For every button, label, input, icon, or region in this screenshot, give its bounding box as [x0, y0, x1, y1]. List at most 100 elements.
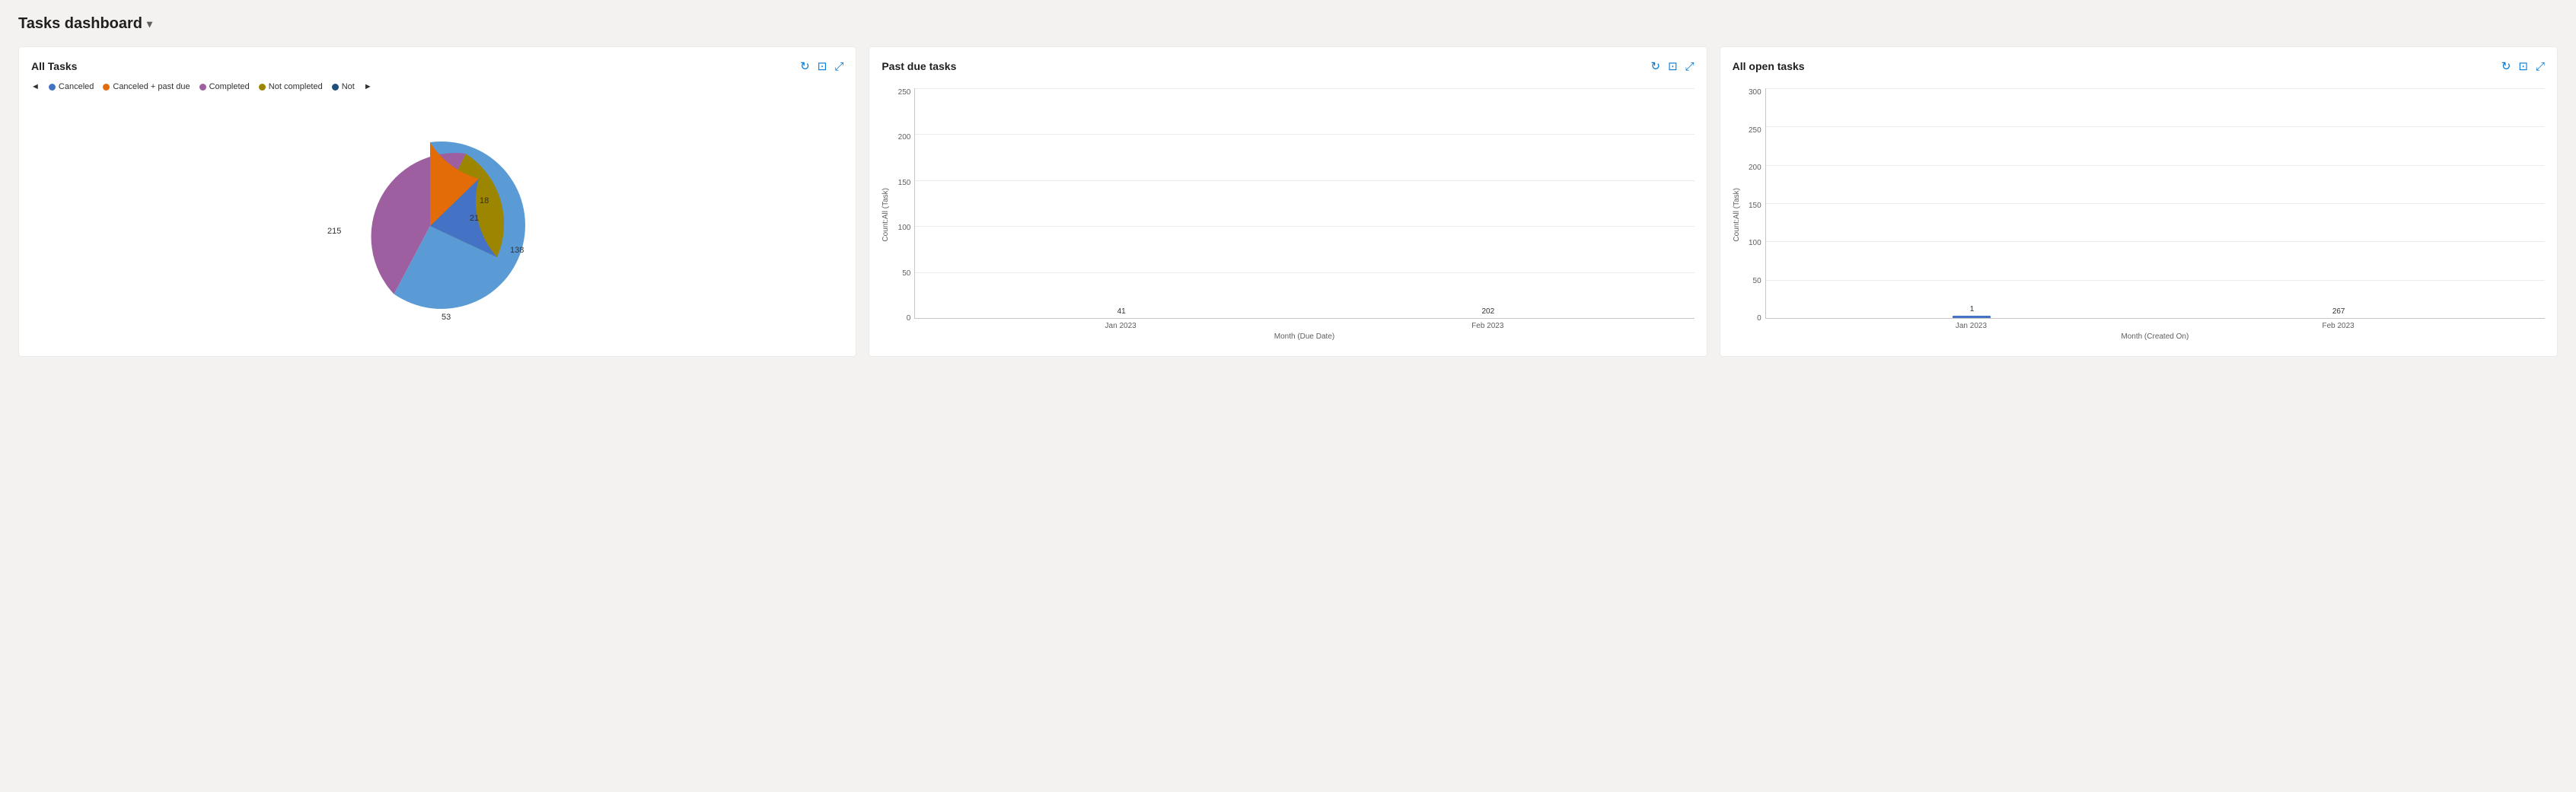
legend-dot-completed [199, 84, 206, 91]
past-due-bars-wrapper: 41 202 Jan 2023 Feb 2023 [914, 88, 1694, 341]
all-open-x-axis-title: Month (Created On) [1765, 332, 2545, 341]
grid-line-ao-5 [1766, 241, 2545, 242]
legend-dot-not-completed [259, 84, 266, 91]
all-open-chart-inner: Count:All (Task) 300 250 200 150 100 50 … [1733, 88, 2545, 341]
all-open-bar-group-feb: 267 [2319, 307, 2358, 318]
past-due-chart-body: 250 200 150 100 50 0 [890, 88, 1694, 341]
legend-item-canceled: Canceled [49, 82, 94, 91]
all-open-y-labels: 300 250 200 150 100 50 0 [1741, 88, 1765, 341]
all-open-card-header: All open tasks ↻ ⊡ ⤢ [1733, 59, 2545, 73]
past-due-grid-lines [915, 88, 1694, 318]
all-open-chart-body: 300 250 200 150 100 50 0 [1741, 88, 2545, 341]
legend-item-not-completed: Not completed [259, 82, 323, 91]
y-label-250: 250 [898, 88, 911, 97]
y-label-50: 50 [902, 269, 910, 278]
all-open-bars-wrapper: 1 267 Jan 2023 Feb 2023 [1765, 88, 2545, 341]
legend-dot-canceled-past-due [103, 84, 110, 91]
all-open-bar-jan [1953, 316, 1991, 318]
all-open-bar-value-jan: 1 [1970, 305, 1975, 313]
all-open-chart-wrapper: Count:All (Task) 300 250 200 150 100 50 … [1733, 82, 2545, 341]
grid-line-ao-6 [1766, 280, 2545, 281]
past-due-x-labels: Jan 2023 Feb 2023 [914, 319, 1694, 330]
all-tasks-refresh-button[interactable]: ↻ [800, 59, 810, 73]
grid-line-5 [915, 272, 1694, 273]
all-tasks-actions: ↻ ⊡ ⤢ [800, 59, 843, 73]
all-tasks-expand-button[interactable]: ⤢ [834, 60, 843, 73]
all-open-title: All open tasks [1733, 60, 1805, 72]
all-tasks-card: All Tasks ↻ ⊡ ⤢ ◄ Canceled Canceled + pa… [18, 46, 856, 357]
past-due-refresh-button[interactable]: ↻ [1650, 59, 1660, 73]
x-label-jan-2023: Jan 2023 [1105, 322, 1137, 330]
grid-line-2 [915, 134, 1694, 135]
past-due-export-button[interactable]: ⊡ [1668, 59, 1678, 73]
y-label-50: 50 [1753, 277, 1761, 285]
grid-line-ao-2 [1766, 126, 2545, 127]
all-open-y-axis-title-wrapper: Count:All (Task) [1733, 88, 1741, 341]
past-due-y-labels: 250 200 150 100 50 0 [890, 88, 914, 341]
x-label-feb-2023: Feb 2023 [1471, 322, 1503, 330]
x-label-jan-open: Jan 2023 [1956, 322, 1987, 330]
bar-value-feb: 202 [1481, 307, 1494, 316]
past-due-expand-button[interactable]: ⤢ [1685, 60, 1694, 73]
y-label-200: 200 [1749, 164, 1761, 172]
bar-group-feb-2023: 202 [1469, 307, 1507, 318]
legend-label-canceled-past-due: Canceled + past due [113, 82, 190, 91]
grid-line-3 [915, 180, 1694, 181]
legend-label-not-completed: Not completed [269, 82, 323, 91]
pie-chart-container: 21 18 138 53 215 [31, 100, 843, 344]
past-due-y-axis-title: Count:All (Task) [882, 188, 890, 242]
past-due-tasks-card: Past due tasks ↻ ⊡ ⤢ Count:All (Task) 25… [869, 46, 1707, 357]
legend-item-completed: Completed [199, 82, 250, 91]
pie-label-215: 215 [327, 227, 341, 236]
all-open-expand-button[interactable]: ⤢ [2536, 60, 2545, 73]
past-due-y-axis-title-wrapper: Count:All (Task) [882, 88, 890, 341]
past-due-title: Past due tasks [882, 60, 956, 72]
pie-chart-svg: 21 18 138 53 215 [308, 108, 567, 336]
pie-label-138: 138 [510, 246, 524, 255]
all-open-bar-value-feb: 267 [2332, 307, 2345, 316]
y-label-300: 300 [1749, 88, 1761, 97]
page-title: Tasks dashboard [18, 15, 142, 33]
legend-next-arrow[interactable]: ► [364, 82, 372, 91]
past-due-bars-area: 41 202 [914, 88, 1694, 319]
dashboard-grid: All Tasks ↻ ⊡ ⤢ ◄ Canceled Canceled + pa… [18, 46, 2558, 357]
legend-prev-arrow[interactable]: ◄ [31, 82, 40, 91]
past-due-chart-inner: Count:All (Task) 250 200 150 100 50 0 [882, 88, 1694, 341]
past-due-card-header: Past due tasks ↻ ⊡ ⤢ [882, 59, 1694, 73]
all-open-x-labels: Jan 2023 Feb 2023 [1765, 319, 2545, 330]
y-label-0: 0 [1757, 314, 1761, 323]
y-label-100: 100 [898, 224, 911, 232]
all-tasks-title: All Tasks [31, 60, 77, 72]
y-label-150: 150 [1749, 202, 1761, 210]
past-due-x-axis-title: Month (Due Date) [914, 332, 1694, 341]
grid-line-4 [915, 226, 1694, 227]
y-label-0: 0 [907, 314, 911, 323]
legend-label-canceled: Canceled [59, 82, 94, 91]
legend-item-not: Not [332, 82, 355, 91]
x-label-feb-open: Feb 2023 [2322, 322, 2354, 330]
y-label-200: 200 [898, 133, 911, 142]
all-open-grid-lines [1766, 88, 2545, 318]
header-chevron[interactable]: ▾ [147, 17, 152, 30]
y-label-100: 100 [1749, 239, 1761, 247]
all-tasks-card-header: All Tasks ↻ ⊡ ⤢ [31, 59, 843, 73]
all-tasks-export-button[interactable]: ⊡ [818, 59, 827, 73]
bar-group-jan-2023: 41 [1102, 307, 1140, 318]
grid-line-ao-3 [1766, 165, 2545, 166]
page-header: Tasks dashboard ▾ [18, 15, 2558, 33]
past-due-actions: ↻ ⊡ ⤢ [1650, 59, 1694, 73]
legend-dot-canceled [49, 84, 56, 91]
all-open-refresh-button[interactable]: ↻ [2501, 59, 2511, 73]
bar-value-jan: 41 [1117, 307, 1126, 316]
all-open-bar-group-jan: 1 [1953, 305, 1991, 318]
pie-label-21: 21 [470, 214, 479, 223]
all-open-export-button[interactable]: ⊡ [2518, 59, 2528, 73]
all-open-bars-area: 1 267 [1765, 88, 2545, 319]
legend-label-not: Not [342, 82, 355, 91]
legend-item-canceled-past-due: Canceled + past due [103, 82, 190, 91]
grid-line-ao-4 [1766, 203, 2545, 204]
grid-line-ao-1 [1766, 88, 2545, 89]
legend-dot-not [332, 84, 339, 91]
all-open-actions: ↻ ⊡ ⤢ [2501, 59, 2545, 73]
pie-label-53: 53 [442, 313, 451, 322]
